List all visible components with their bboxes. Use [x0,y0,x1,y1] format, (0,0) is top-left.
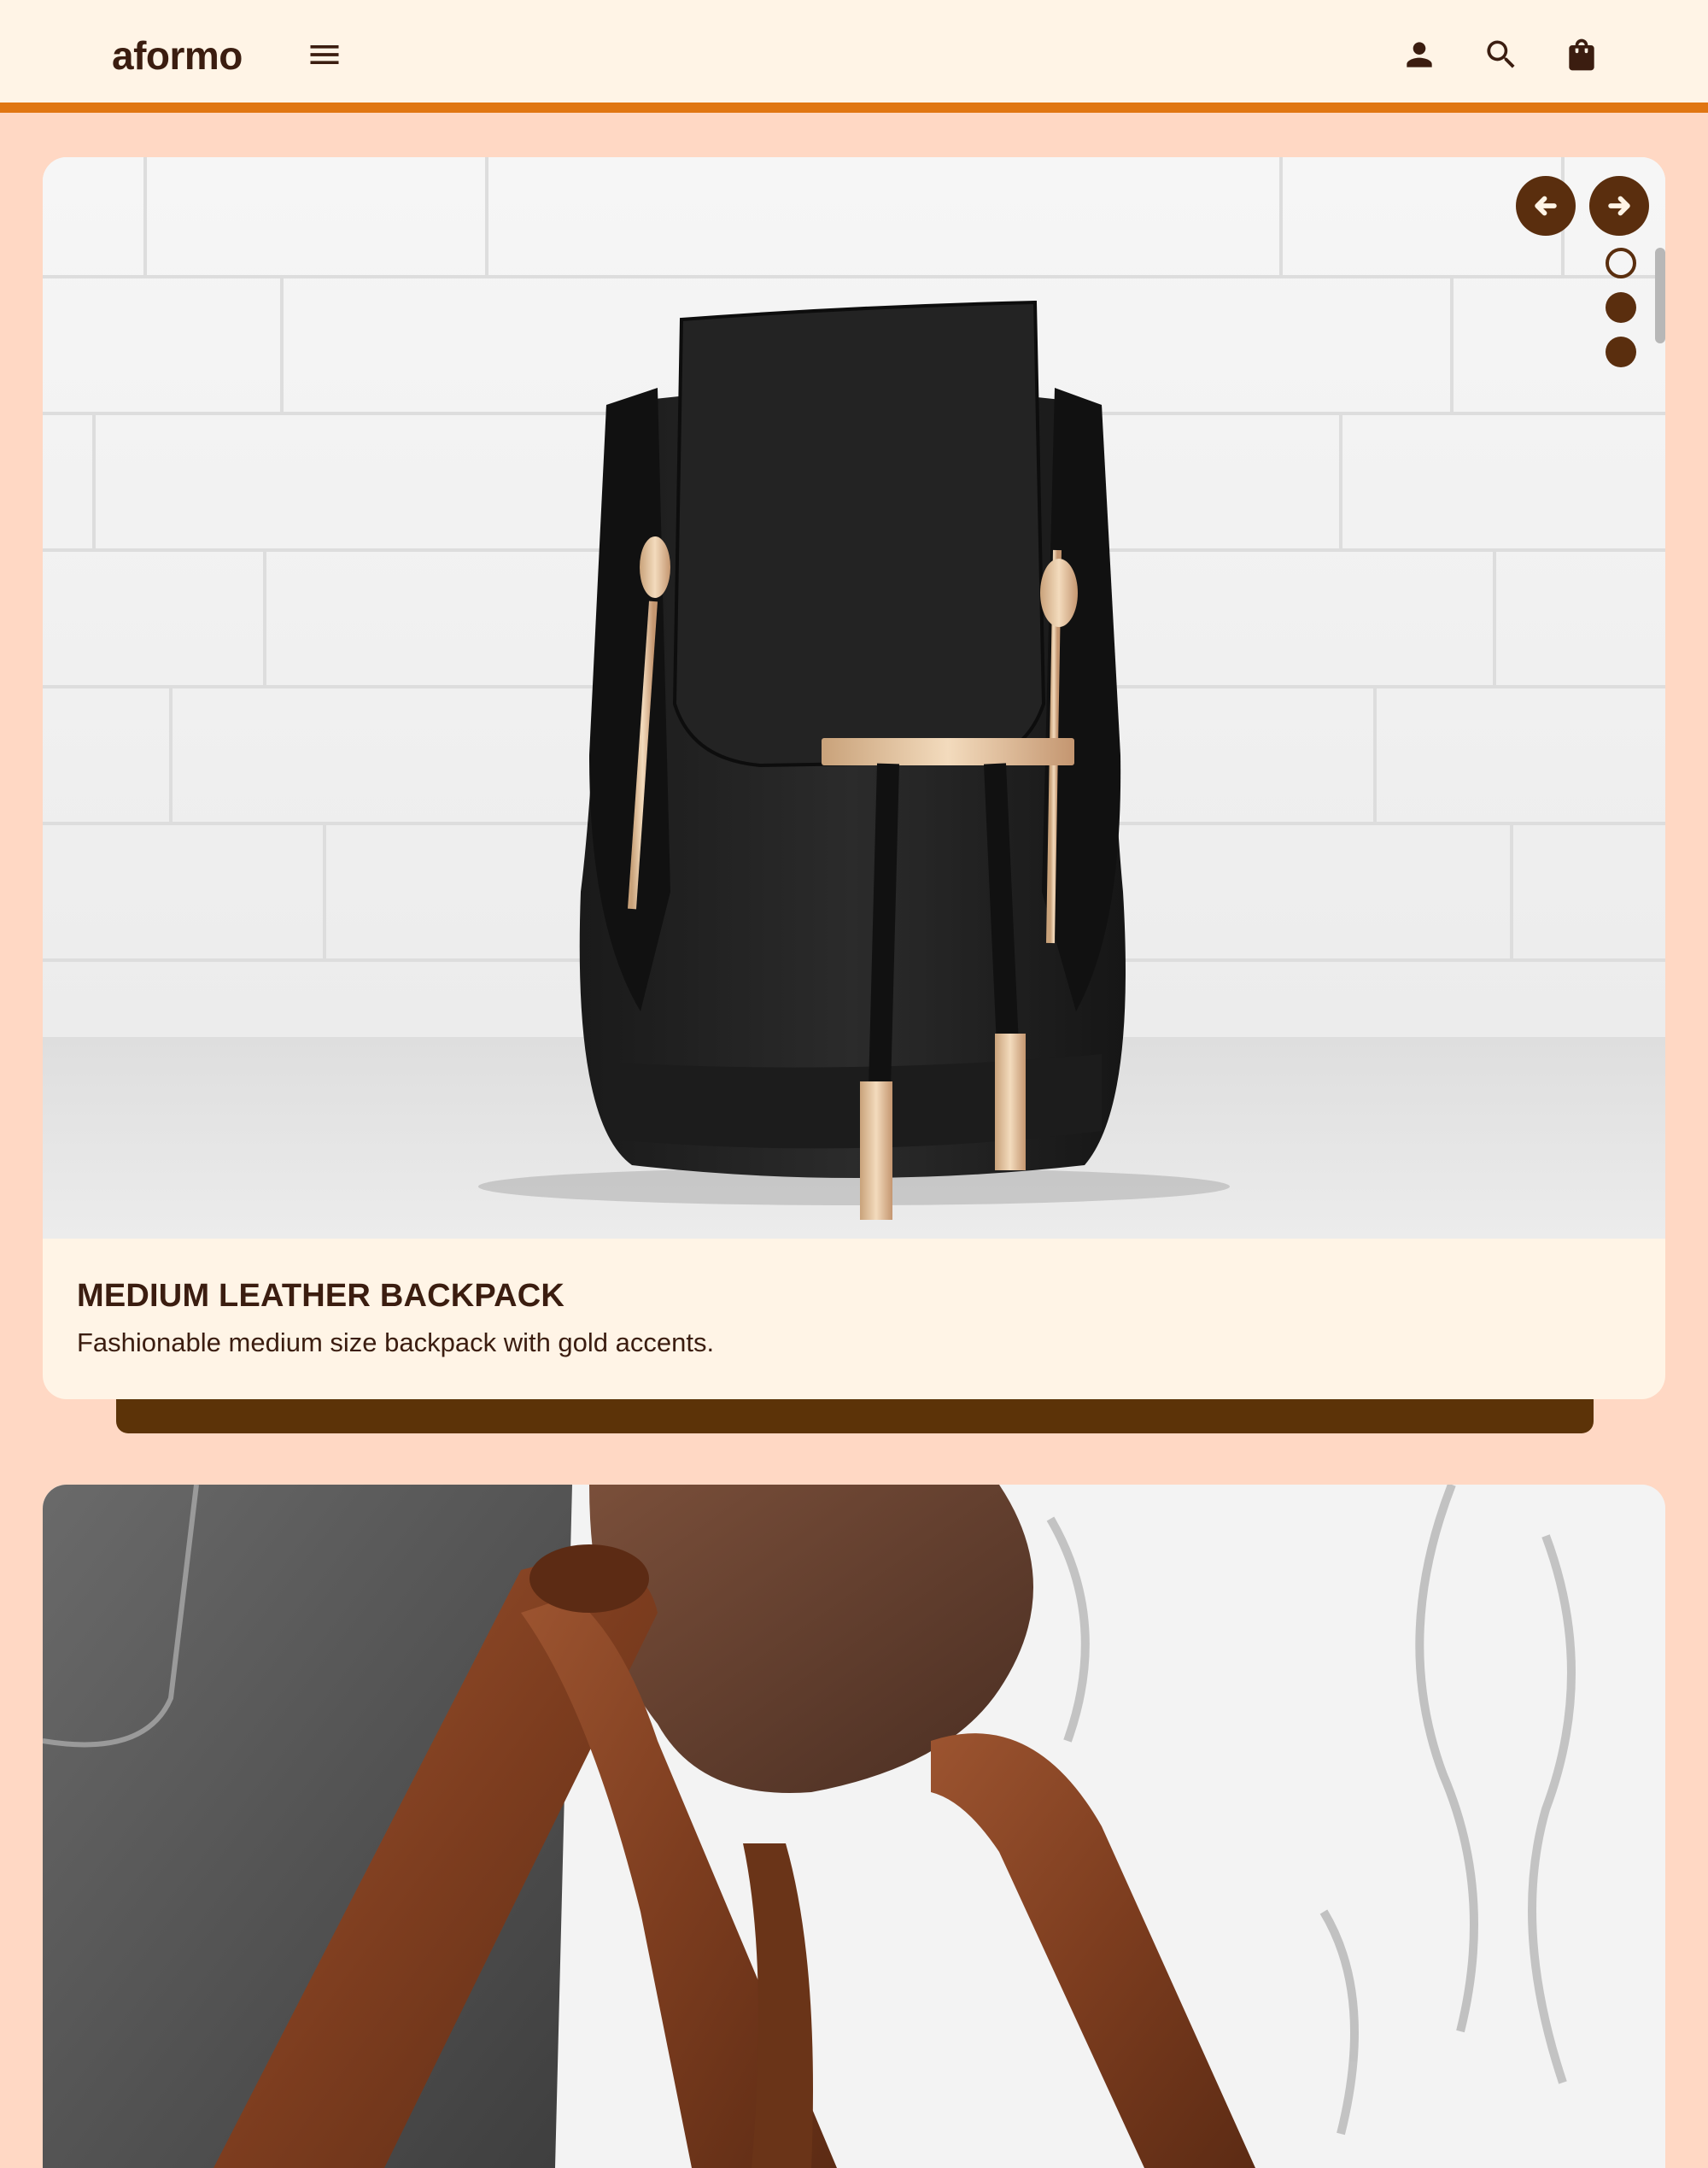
search-button[interactable] [1474,27,1529,82]
leather-bag-photo [43,1485,1665,2168]
product-carousel-card[interactable]: MEDIUM LEATHER BACKPACK Fashionable medi… [43,157,1665,1399]
backpack-photo [43,157,1665,1239]
product-image-backpack [43,157,1665,1239]
menu-icon [310,45,339,64]
product-card-2[interactable] [43,1485,1665,2168]
account-button[interactable] [1392,27,1447,82]
carousel-dot-2[interactable] [1606,292,1636,323]
shopping-bag-icon [1569,38,1594,71]
top-app-bar: aformo [0,0,1708,113]
product-caption: MEDIUM LEATHER BACKPACK Fashionable medi… [77,1276,1631,1360]
carousel-scrollbar[interactable] [1655,248,1665,343]
account-icon [1407,42,1432,67]
carousel-dot-3[interactable] [1606,337,1636,367]
arrow-right-icon [1608,196,1630,216]
product-title: MEDIUM LEATHER BACKPACK [77,1278,565,1314]
carousel-dot-1[interactable] [1606,248,1636,278]
carousel-next-button[interactable] [1589,176,1649,236]
menu-button[interactable] [297,27,352,82]
product-description: Fashionable medium size backpack with go… [77,1327,715,1357]
search-icon [1487,40,1515,68]
arrow-left-icon [1535,196,1557,216]
shopping-bag-button[interactable] [1554,27,1609,82]
carousel-prev-button[interactable] [1516,176,1576,236]
brand-logo[interactable]: aformo [112,29,243,82]
